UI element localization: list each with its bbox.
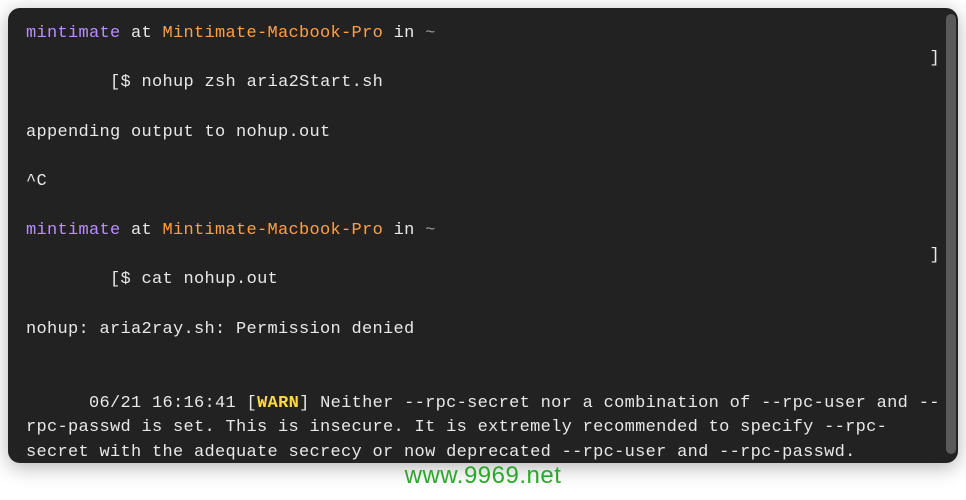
prompt-line-2: mintimate at Mintimate-Macbook-Pro in ~ bbox=[26, 219, 940, 244]
terminal-window[interactable]: mintimate at Mintimate-Macbook-Pro in ~ … bbox=[8, 8, 958, 463]
prompt-user: mintimate bbox=[26, 221, 121, 240]
blank-line bbox=[26, 194, 940, 219]
prompt-symbol: $ bbox=[121, 73, 142, 92]
bracket-open: [ bbox=[110, 270, 121, 289]
scrollbar[interactable] bbox=[946, 14, 956, 454]
prompt-at: at bbox=[121, 221, 163, 240]
prompt-path: ~ bbox=[425, 24, 436, 43]
output-line: appending output to nohup.out bbox=[26, 121, 940, 146]
interrupt-line: ^C bbox=[26, 170, 940, 195]
command-text: cat nohup.out bbox=[142, 270, 279, 289]
prompt-line-1: mintimate at Mintimate-Macbook-Pro in ~ bbox=[26, 22, 940, 47]
command-line-2: [$ cat nohup.out ] bbox=[26, 244, 940, 318]
prompt-at: at bbox=[121, 24, 163, 43]
log-tag-warn: WARN bbox=[257, 394, 299, 413]
bracket-open: [ bbox=[110, 73, 121, 92]
prompt-symbol: $ bbox=[121, 270, 142, 289]
log-timestamp: 06/21 16:16:41 bbox=[89, 394, 247, 413]
log-warn-line: 06/21 16:16:41 [WARN] Neither --rpc-secr… bbox=[26, 367, 940, 463]
command-line-1: [$ nohup zsh aria2Start.sh ] bbox=[26, 47, 940, 121]
prompt-path: ~ bbox=[425, 221, 436, 240]
prompt-in: in bbox=[383, 24, 425, 43]
output-line: nohup: aria2ray.sh: Permission denied bbox=[26, 318, 940, 343]
bracket-open: [ bbox=[247, 394, 258, 413]
prompt-user: mintimate bbox=[26, 24, 121, 43]
prompt-in: in bbox=[383, 221, 425, 240]
terminal-content[interactable]: mintimate at Mintimate-Macbook-Pro in ~ … bbox=[8, 8, 958, 463]
bracket-close: ] bbox=[299, 394, 310, 413]
command-text: nohup zsh aria2Start.sh bbox=[142, 73, 384, 92]
blank-line bbox=[26, 342, 940, 367]
prompt-host: Mintimate-Macbook-Pro bbox=[163, 221, 384, 240]
bracket-close: ] bbox=[929, 47, 940, 121]
watermark-text: www.9969.net bbox=[405, 462, 562, 490]
bracket-close: ] bbox=[929, 244, 940, 318]
prompt-host: Mintimate-Macbook-Pro bbox=[163, 24, 384, 43]
blank-line bbox=[26, 145, 940, 170]
